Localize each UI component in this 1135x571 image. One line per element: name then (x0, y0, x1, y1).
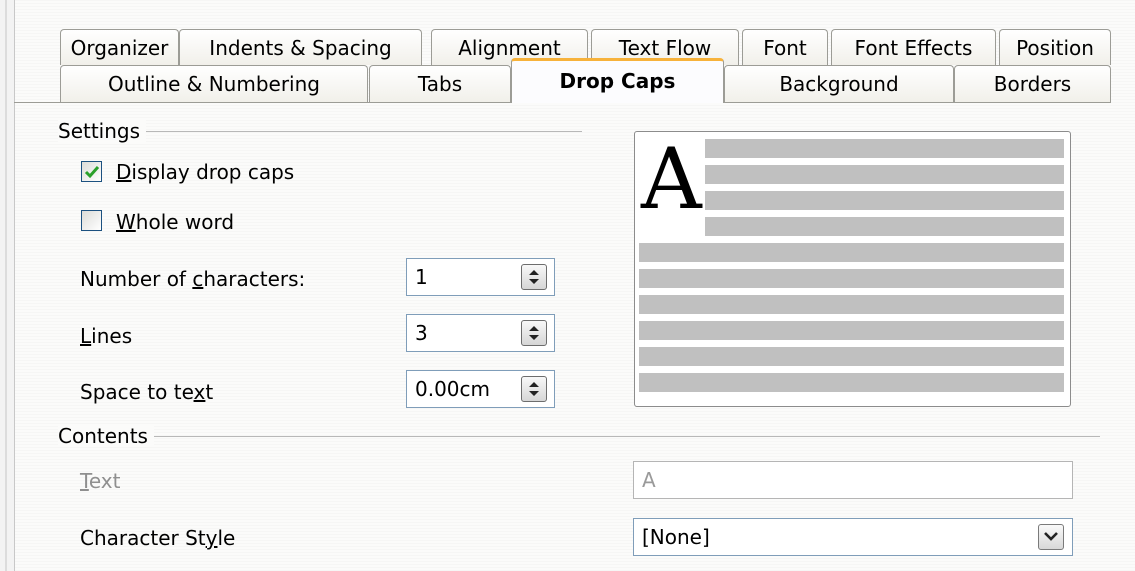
tab-drop-caps[interactable]: Drop Caps (511, 58, 724, 103)
spin-arrows-icon (529, 326, 539, 340)
preview-line (705, 217, 1064, 236)
contents-separator (60, 436, 1100, 437)
space-to-text-spinner[interactable] (521, 376, 547, 402)
number-of-characters-spinner[interactable] (521, 264, 547, 290)
preview-line (705, 139, 1064, 158)
paragraph-dialog: Organizer Indents & Spacing Alignment Te… (0, 0, 1135, 571)
preview-line (639, 321, 1064, 340)
tab-font[interactable]: Font (742, 29, 828, 65)
tab-indents-spacing[interactable]: Indents & Spacing (179, 29, 422, 65)
spin-arrows-icon (529, 382, 539, 396)
preview-line (639, 295, 1064, 314)
chevron-down-icon (1044, 532, 1058, 541)
tab-tabs[interactable]: Tabs (369, 65, 511, 102)
lines-spinner[interactable] (521, 320, 547, 346)
tab-position[interactable]: Position (999, 29, 1111, 65)
tab-background[interactable]: Background (724, 65, 954, 102)
tab-borders[interactable]: Borders (954, 65, 1111, 102)
whole-word-checkbox[interactable] (81, 210, 102, 231)
tab-outline-numbering[interactable]: Outline & Numbering (60, 65, 368, 102)
tab-font-effects[interactable]: Font Effects (831, 29, 996, 65)
display-drop-caps-checkbox[interactable] (81, 161, 102, 182)
display-drop-caps-label[interactable]: Display drop caps (116, 159, 294, 185)
preview-line (639, 269, 1064, 288)
space-to-text-label: Space to text (80, 380, 214, 404)
preview-line (639, 347, 1064, 366)
number-of-characters-label: Number of characters: (80, 267, 306, 291)
whole-word-label[interactable]: Whole word (116, 209, 234, 235)
preview-line (639, 373, 1064, 392)
text-input[interactable]: A (633, 461, 1073, 499)
contents-group-title: Contents (58, 425, 154, 447)
check-icon (84, 166, 100, 179)
character-style-label: Character Style (80, 526, 236, 550)
preview-line (705, 165, 1064, 184)
character-style-select[interactable]: [None] (633, 518, 1073, 556)
tab-organizer[interactable]: Organizer (60, 29, 179, 65)
character-style-dropdown-button[interactable] (1038, 524, 1064, 550)
preview-line (639, 243, 1064, 262)
text-label: Text (80, 469, 121, 493)
window-left-edge (0, 0, 15, 571)
preview-line (705, 191, 1064, 210)
preview-drop-letter: A (641, 130, 702, 228)
lines-label: Lines (80, 324, 133, 348)
spin-arrows-icon (529, 270, 539, 284)
settings-group-title: Settings (58, 120, 147, 142)
drop-caps-preview: A (634, 131, 1071, 407)
